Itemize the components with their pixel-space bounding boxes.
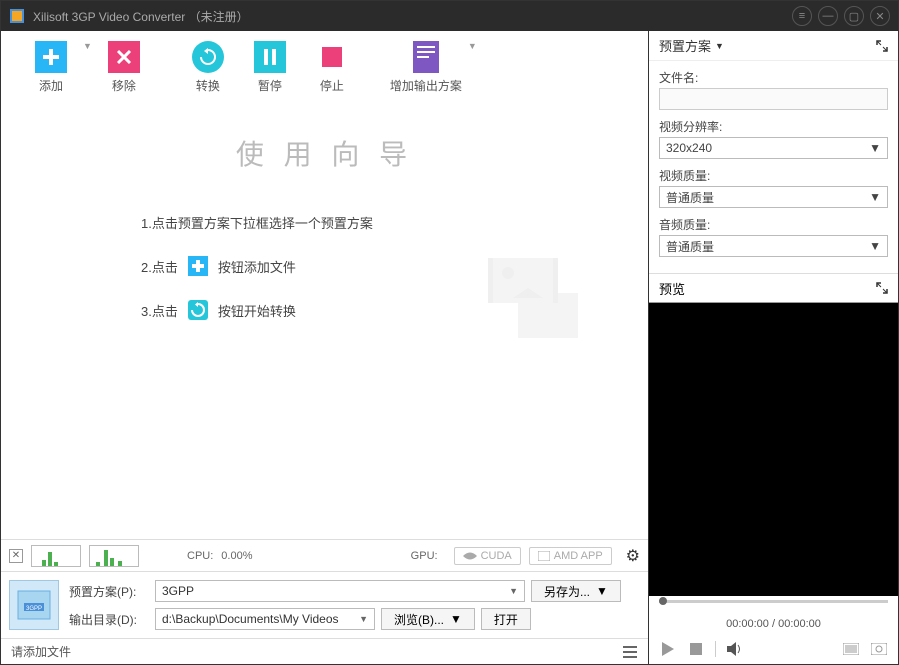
preset-section-header[interactable]: 预置方案 ▼ <box>649 31 898 61</box>
chevron-down-icon: ▼ <box>869 239 881 253</box>
settings-icon[interactable]: ⚙ <box>626 546 640 566</box>
video-quality-select[interactable]: 普通质量 ▼ <box>659 186 888 208</box>
preset-form: 文件名: 视频分辨率: 320x240 ▼ 视频质量: 普通质量 ▼ <box>649 61 898 273</box>
save-as-button[interactable]: 另存为... ▼ <box>531 580 621 602</box>
convert-icon <box>192 41 224 73</box>
cuda-button[interactable]: CUDA <box>454 547 521 565</box>
add-label: 添加 <box>39 77 63 94</box>
expand-icon[interactable] <box>876 40 888 52</box>
snapshot-icon[interactable] <box>870 640 888 658</box>
add-dropdown-icon[interactable]: ▼ <box>83 41 92 51</box>
preview-section-header: 预览 <box>649 273 898 303</box>
menu-button[interactable]: ≡ <box>792 6 812 26</box>
open-button[interactable]: 打开 <box>481 608 531 630</box>
nvidia-icon <box>463 551 477 561</box>
remove-label: 移除 <box>112 77 136 94</box>
document-icon <box>410 41 442 73</box>
convert-label: 转换 <box>196 77 220 94</box>
preset-select[interactable]: 3GPP ▼ <box>155 580 525 602</box>
svg-text:3GPP: 3GPP <box>26 606 42 612</box>
window-controls: ≡ — ▢ ✕ <box>792 6 890 26</box>
preview-video <box>649 303 898 596</box>
toolbar: 添加 ▼ 移除 <box>1 31 648 103</box>
preview-timeline[interactable] <box>649 596 898 616</box>
titlebar: Xilisoft 3GP Video Converter （未注册） ≡ — ▢… <box>1 1 898 31</box>
stop-preview-button[interactable] <box>687 640 705 658</box>
film-placeholder-icon <box>488 253 588 353</box>
resolution-label: 视频分辨率: <box>659 118 888 135</box>
cpu-label: CPU: <box>187 550 213 562</box>
browse-button[interactable]: 浏览(B)... ▼ <box>381 608 475 630</box>
amd-button[interactable]: AMD APP <box>529 547 612 565</box>
chevron-down-icon: ▼ <box>869 190 881 204</box>
snapshot-folder-icon[interactable] <box>842 640 860 658</box>
chevron-down-icon: ▼ <box>715 41 724 51</box>
remove-icon <box>108 41 140 73</box>
audio-quality-label: 音频质量: <box>659 216 888 233</box>
format-icon: 3GPP <box>9 580 59 630</box>
timeline-knob[interactable] <box>659 597 667 605</box>
cpu-graph-2 <box>89 545 139 567</box>
audio-quality-select[interactable]: 普通质量 ▼ <box>659 235 888 257</box>
status-row: ✕ CPU: 0.00% GPU: CUDA <box>1 539 648 571</box>
convert-button[interactable]: 转换 <box>178 41 238 94</box>
chevron-down-icon: ▼ <box>450 612 462 626</box>
chevron-down-icon: ▼ <box>596 584 608 598</box>
app-icon <box>9 8 25 24</box>
close-graph-button[interactable]: ✕ <box>9 549 23 563</box>
statusbar: 请添加文件 <box>1 638 648 664</box>
output-dir-select[interactable]: d:\Backup\Documents\My Videos ▼ <box>155 608 375 630</box>
side-panel: 预置方案 ▼ 文件名: 视频分辨率: 320x240 ▼ <box>649 31 898 664</box>
stop-button[interactable]: 停止 <box>302 41 362 94</box>
minimize-button[interactable]: — <box>818 6 838 26</box>
wizard-title: 使 用 向 导 <box>41 133 608 173</box>
chevron-down-icon: ▼ <box>869 141 881 155</box>
gpu-label: GPU: <box>411 550 438 562</box>
maximize-button[interactable]: ▢ <box>844 6 864 26</box>
output-dir-label: 输出目录(D): <box>69 611 149 628</box>
stop-label: 停止 <box>320 77 344 94</box>
scheme-dropdown-icon[interactable]: ▼ <box>468 41 477 51</box>
main-panel: 添加 ▼ 移除 <box>1 31 649 664</box>
add-scheme-label: 增加输出方案 <box>390 77 462 94</box>
window-title: Xilisoft 3GP Video Converter （未注册） <box>33 8 792 25</box>
list-view-icon[interactable] <box>622 644 638 660</box>
app-window: Xilisoft 3GP Video Converter （未注册） ≡ — ▢… <box>0 0 899 665</box>
cpu-value: 0.00% <box>221 550 252 562</box>
wizard-step-1: 1.点击预置方案下拉框选择一个预置方案 <box>141 213 608 232</box>
output-area: 3GPP 预置方案(P): 3GPP ▼ 另存为... ▼ <box>1 571 648 638</box>
preset-label: 预置方案(P): <box>69 583 149 600</box>
pause-label: 暂停 <box>258 77 282 94</box>
close-button[interactable]: ✕ <box>870 6 890 26</box>
plus-icon <box>188 256 208 276</box>
convert-icon <box>188 300 208 320</box>
pause-button[interactable]: 暂停 <box>240 41 300 94</box>
chevron-down-icon: ▼ <box>509 586 518 596</box>
play-button[interactable] <box>659 640 677 658</box>
remove-button[interactable]: 移除 <box>94 41 154 94</box>
preview-controls <box>649 634 898 664</box>
filename-field[interactable] <box>659 88 888 110</box>
expand-icon[interactable] <box>876 282 888 294</box>
wizard-area: 使 用 向 导 1.点击预置方案下拉框选择一个预置方案 2.点击 按钮添加文件 … <box>1 103 648 539</box>
filename-label: 文件名: <box>659 69 888 86</box>
cpu-graph-1 <box>31 545 81 567</box>
chevron-down-icon: ▼ <box>359 614 368 624</box>
pause-icon <box>254 41 286 73</box>
amd-icon <box>538 551 550 561</box>
video-quality-label: 视频质量: <box>659 167 888 184</box>
plus-icon <box>35 41 67 73</box>
resolution-select[interactable]: 320x240 ▼ <box>659 137 888 159</box>
preview-time: 00:00:00 / 00:00:00 <box>649 616 898 634</box>
add-output-scheme-button[interactable]: 增加输出方案 <box>386 41 466 94</box>
volume-icon[interactable] <box>726 640 744 658</box>
status-message: 请添加文件 <box>11 643 71 660</box>
add-button[interactable]: 添加 <box>21 41 81 94</box>
stop-icon <box>316 41 348 73</box>
